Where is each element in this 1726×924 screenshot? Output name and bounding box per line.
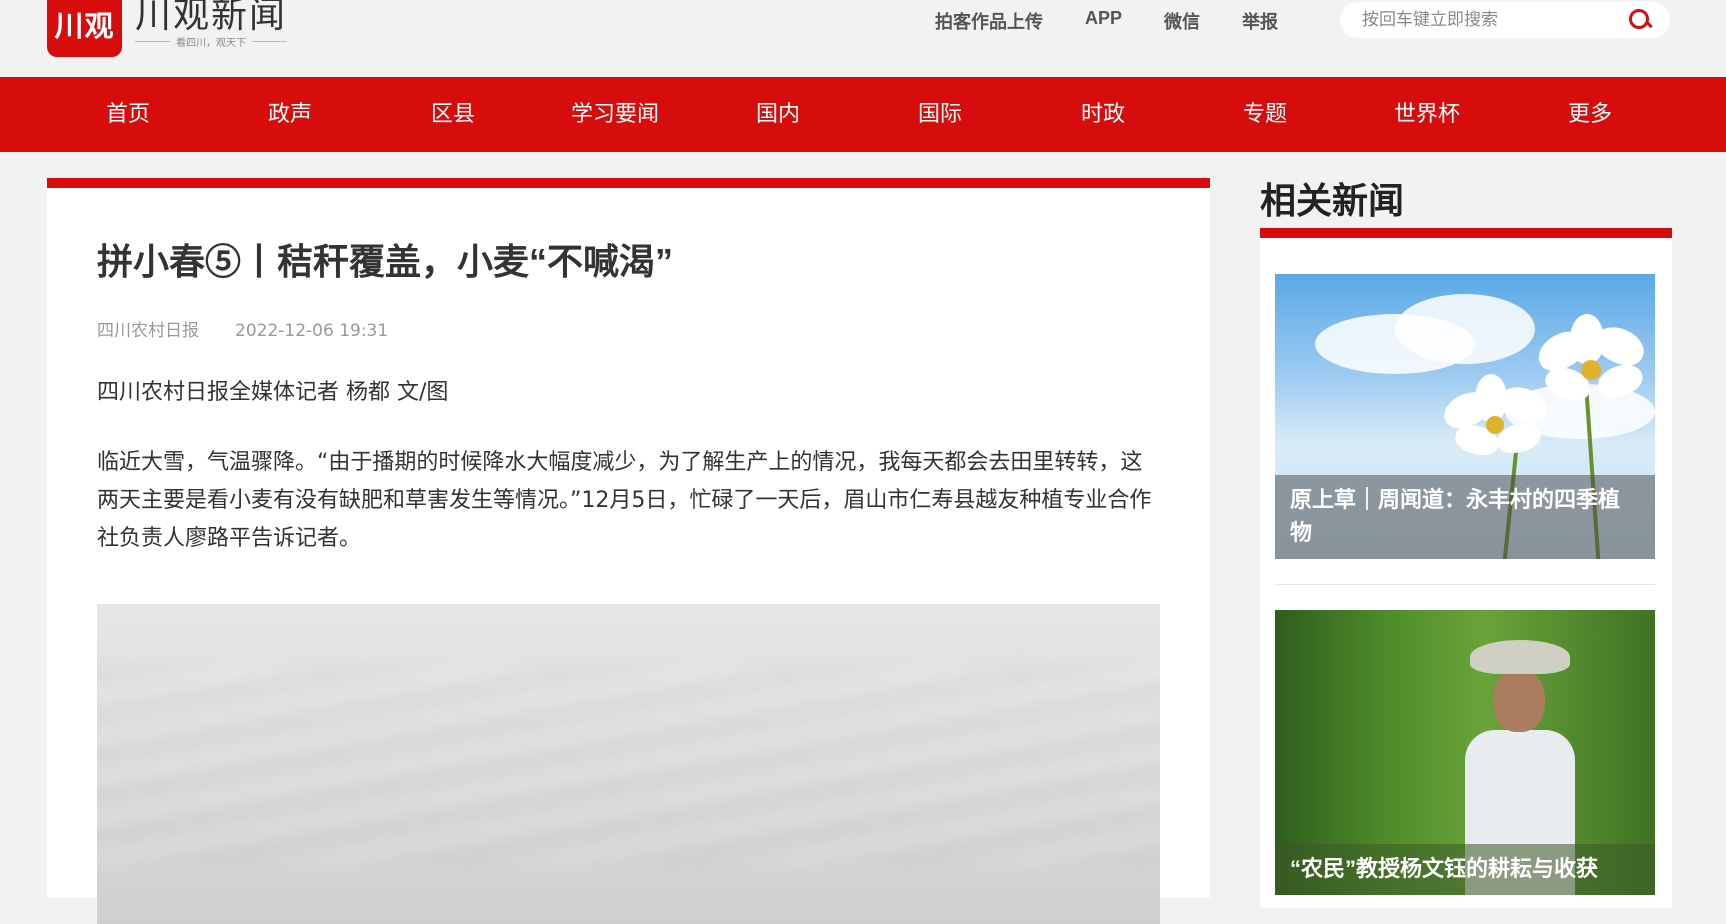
cloud-shape: [1395, 294, 1535, 364]
article-card: 拼小春⑤丨秸秆覆盖，小麦“不喊渴” 四川农村日报 2022-12-06 19:31…: [47, 178, 1210, 924]
related-news-heading: 相关新闻: [1260, 180, 1405, 221]
flower-center: [1581, 360, 1601, 380]
nav-item-study-news[interactable]: 学习要闻: [534, 77, 696, 152]
sidebar-divider: [1275, 584, 1655, 585]
nav-item-domestic[interactable]: 国内: [697, 77, 859, 152]
related-news-panel: 原上草｜周闻道：永丰村的四季植物 “农民”教授杨文钰的耕耘与收获: [1260, 228, 1672, 908]
search-box: [1340, 2, 1670, 38]
nav-item-more[interactable]: 更多: [1509, 77, 1671, 152]
main-nav: 首页 政声 区县 学习要闻 国内 国际 时政 专题 世界杯 更多: [0, 77, 1726, 152]
slogan-rule-right: [252, 41, 287, 42]
slogan-text: 看四川，观天下: [176, 38, 246, 49]
search-input[interactable]: [1360, 9, 1628, 31]
related-news-caption: 原上草｜周闻道：永丰村的四季植物: [1275, 475, 1655, 559]
article-source: 四川农村日报: [97, 321, 199, 341]
figure-face: [1493, 670, 1545, 732]
nav-item-politics-voice[interactable]: 政声: [209, 77, 371, 152]
app-link[interactable]: APP: [1085, 8, 1122, 34]
article-photo: [97, 604, 1160, 924]
figure-hat: [1470, 640, 1570, 674]
article-date: 2022-12-06 19:31: [235, 321, 389, 341]
article-title: 拼小春⑤丨秸秆覆盖，小麦“不喊渴”: [97, 241, 674, 282]
nav-item-world-cup[interactable]: 世界杯: [1346, 77, 1508, 152]
flower-petal: [1475, 374, 1507, 422]
report-link[interactable]: 举报: [1242, 8, 1278, 34]
nav-item-topics[interactable]: 专题: [1184, 77, 1346, 152]
article-byline: 四川农村日报全媒体记者 杨都 文/图: [97, 380, 449, 405]
top-links: 拍客作品上传 APP 微信 举报: [935, 8, 1320, 34]
flower-petal: [1570, 314, 1604, 364]
wechat-link[interactable]: 微信: [1164, 8, 1200, 34]
related-news-item[interactable]: 原上草｜周闻道：永丰村的四季植物: [1275, 274, 1655, 559]
slogan-rule-left: [135, 41, 170, 42]
site-slogan: 看四川，观天下: [135, 34, 287, 49]
logo-icon[interactable]: 川观: [47, 0, 122, 57]
article-meta: 四川农村日报 2022-12-06 19:31: [97, 316, 388, 341]
nav-item-international[interactable]: 国际: [859, 77, 1021, 152]
related-news-item[interactable]: “农民”教授杨文钰的耕耘与收获: [1275, 610, 1655, 895]
article-paragraph: 临近大雪，气温骤降。“由于播期的时候降水大幅度减少，为了解生产上的情况，我每天都…: [97, 450, 1152, 551]
search-icon[interactable]: [1628, 8, 1652, 32]
nav-item-districts[interactable]: 区县: [372, 77, 534, 152]
related-news-caption: “农民”教授杨文钰的耕耘与收获: [1275, 844, 1655, 895]
site-logo-name[interactable]: 川观新闻: [135, 0, 287, 38]
nav-item-current-politics[interactable]: 时政: [1022, 77, 1184, 152]
site-header: 川观 川观新闻 看四川，观天下 拍客作品上传 APP 微信 举报: [0, 0, 1726, 77]
flower-center: [1486, 416, 1504, 434]
upload-link[interactable]: 拍客作品上传: [935, 8, 1043, 34]
nav-item-home[interactable]: 首页: [47, 77, 209, 152]
